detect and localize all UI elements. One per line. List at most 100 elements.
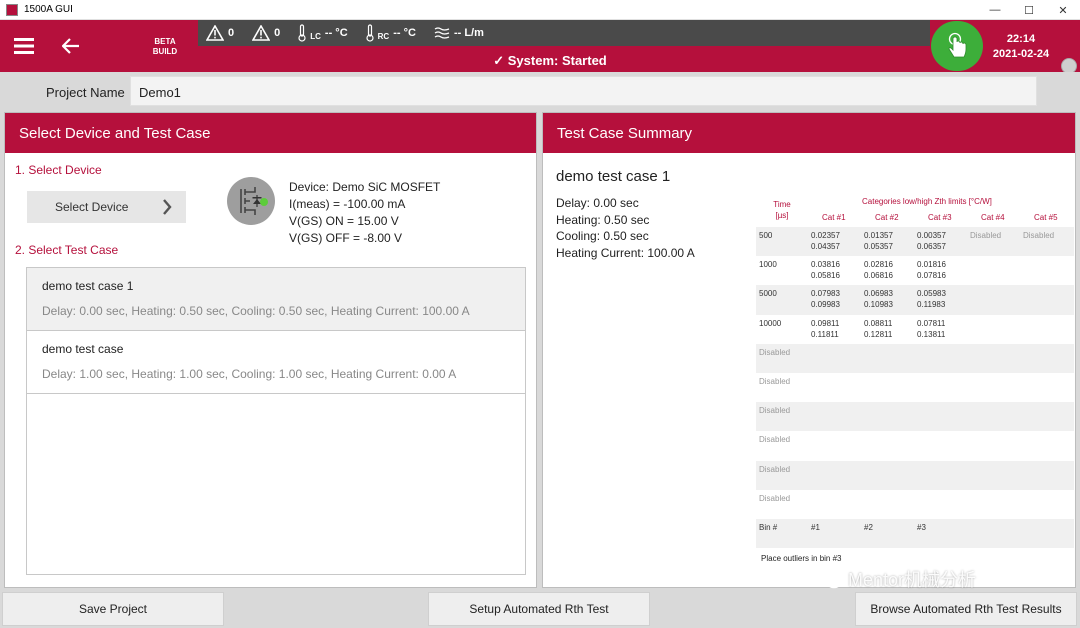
window-titlebar: 1500A GUI — ☐ ✕: [0, 0, 1080, 20]
test-case-desc: Delay: 0.00 sec, Heating: 0.50 sec, Cool…: [42, 304, 470, 318]
high-limit: 0.06357: [917, 242, 946, 251]
disabled-time-cell: Disabled: [759, 493, 791, 503]
project-name-label: Project Name: [46, 85, 125, 100]
cat-header: Cat #4: [981, 213, 1005, 222]
low-limit: 0.03816: [811, 260, 840, 270]
categories-header: Categories low/high Zth limits [°C/W]: [862, 197, 992, 206]
limit-cell: 0.06983 0.10983: [864, 288, 893, 310]
device-vgs-on: V(GS) ON = 15.00 V: [289, 214, 399, 228]
watermark-text: Mentor机械分析: [848, 570, 977, 590]
summary-current: Heating Current: 100.00 A: [556, 245, 695, 260]
select-device-panel: Select Device and Test Case 1. Select De…: [4, 112, 537, 588]
sensor-indicators: 0 0 LC -- °C RC -- °C -- L/m: [206, 20, 502, 46]
save-project-button[interactable]: Save Project: [2, 592, 224, 626]
back-button[interactable]: [48, 20, 94, 72]
high-limit: 0.12811: [864, 329, 893, 339]
low-limit: 0.07983: [811, 289, 840, 299]
limit-cell: 0.02357 0.04357: [811, 230, 840, 252]
warning-count-2: 0: [274, 27, 281, 39]
high-limit: 0.07816: [917, 271, 946, 281]
limit-cell: 0.01816 0.07816: [917, 259, 946, 281]
time-cell: 1000: [759, 260, 777, 270]
build-text: BUILD: [152, 47, 178, 56]
project-row: Project Name Demo1: [0, 72, 1080, 112]
table-row: Disabled: [756, 460, 1074, 490]
device-info: Device: Demo SiC MOSFET I(meas) = -100.0…: [289, 179, 440, 247]
low-limit: 0.05983: [917, 289, 946, 299]
time-cell: 500: [759, 231, 773, 240]
disabled-time-cell: Disabled: [759, 376, 791, 386]
setup-rth-test-button[interactable]: Setup Automated Rth Test: [428, 592, 650, 626]
high-limit: 0.06816: [864, 271, 893, 281]
low-limit: 0.07811: [917, 318, 946, 328]
maximize-button[interactable]: ☐: [1012, 0, 1046, 20]
summary-params: Delay: 0.00 sec Heating: 0.50 sec Coolin…: [556, 195, 695, 261]
table-row: Disabled: [756, 402, 1074, 432]
system-toggle-button[interactable]: [931, 21, 983, 71]
summary-case-name: demo test case 1: [556, 168, 671, 185]
bin-label: Bin #: [759, 522, 778, 532]
close-button[interactable]: ✕: [1046, 0, 1080, 20]
table-row: Disabled: [756, 490, 1074, 519]
summary-cooling: Cooling: 0.50 sec: [556, 229, 649, 243]
cat-header: Cat #1: [822, 213, 846, 222]
time-header-label: Time: [773, 200, 791, 209]
arrow-left-icon: [62, 38, 79, 54]
warning-count-1: 0: [228, 27, 235, 39]
disabled-time-cell: Disabled: [759, 347, 791, 357]
browse-rth-results-button[interactable]: Browse Automated Rth Test Results: [855, 592, 1077, 626]
summary-delay: Delay: 0.00 sec: [556, 196, 639, 210]
high-limit: 0.11811: [811, 329, 839, 339]
table-row: 1000 0.03816 0.05816 0.02816 0.06816 0.018…: [756, 256, 1074, 285]
lc-temperature-indicator: LC -- °C: [298, 24, 348, 42]
table-row: Disabled: [756, 343, 1074, 373]
test-case-desc: Delay: 1.00 sec, Heating: 1.00 sec, Cool…: [42, 367, 457, 381]
high-limit: 0.11983: [917, 300, 946, 310]
project-name-input[interactable]: Demo1: [130, 76, 1037, 106]
warning-indicator-1: 0: [206, 25, 234, 41]
clock-date: 2021-02-24: [992, 48, 1050, 60]
high-limit: 0.05357: [864, 242, 893, 251]
app-header: BETA BUILD 0 0 LC -- °C RC -- °C -- L/m …: [0, 20, 1080, 74]
table-row: Disabled: [756, 373, 1074, 402]
low-limit: 0.00357: [917, 231, 946, 240]
high-limit: 0.09983: [811, 300, 840, 310]
bin-cell: #1: [811, 522, 820, 532]
thermometer-icon: [298, 24, 306, 42]
panel-title: Select Device and Test Case: [5, 113, 536, 153]
category-limits-table: Time [µs] Categories low/high Zth limits…: [756, 193, 1074, 577]
chevron-right-icon: [163, 199, 172, 215]
rc-value: -- °C: [393, 27, 416, 39]
warning-indicator-2: 0: [252, 25, 280, 41]
table-row: Disabled: [756, 431, 1074, 460]
summary-heating: Heating: 0.50 sec: [556, 212, 650, 227]
limit-cell: 0.08811 0.12811: [864, 318, 892, 340]
time-cell: 10000: [759, 318, 782, 328]
list-item[interactable]: demo test case 1 Delay: 0.00 sec, Heatin…: [27, 268, 525, 331]
time-header: Time [µs]: [756, 199, 808, 221]
select-device-label: Select Device: [55, 200, 129, 214]
time-cell: 5000: [759, 289, 777, 299]
cat-header: Cat #2: [875, 213, 899, 222]
mosfet-symbol: [240, 187, 268, 215]
outliers-note: Place outliers in bin #3: [761, 554, 842, 564]
disabled-time-cell: Disabled: [759, 406, 791, 416]
beta-text: BETA: [154, 37, 176, 46]
clock-time: 22:14: [1006, 33, 1036, 45]
list-item[interactable]: demo test case Delay: 1.00 sec, Heating:…: [27, 331, 525, 394]
device-name: Device: Demo SiC MOSFET: [289, 180, 441, 194]
beta-build-label: BETA BUILD: [146, 37, 184, 57]
mosfet-icon: [227, 177, 275, 225]
test-case-list: demo test case 1 Delay: 0.00 sec, Heatin…: [26, 267, 526, 575]
minimize-button[interactable]: —: [978, 0, 1012, 20]
low-limit: 0.01816: [917, 260, 946, 270]
rc-temperature-indicator: RC -- °C: [366, 24, 416, 42]
table-header: Time [µs] Categories low/high Zth limits…: [756, 193, 1074, 227]
lc-value: -- °C: [324, 27, 348, 39]
menu-button[interactable]: [0, 20, 48, 72]
app-icon: [6, 3, 18, 16]
select-device-button[interactable]: Select Device: [27, 191, 186, 223]
disabled-cell: Disabled: [1023, 231, 1055, 240]
low-limit: 0.02357: [811, 231, 840, 240]
test-case-name: demo test case 1: [42, 279, 134, 293]
